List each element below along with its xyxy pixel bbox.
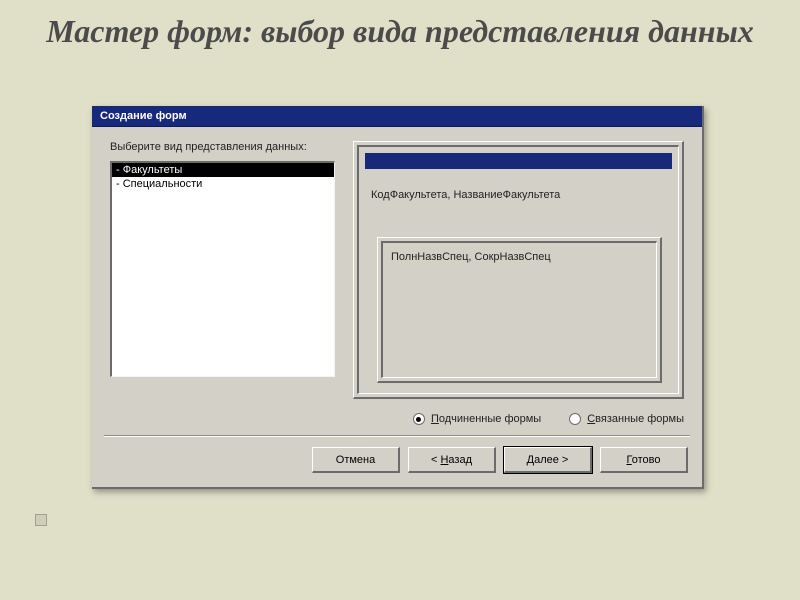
radio-dot-icon: [413, 413, 425, 425]
preview-panel: КодФакультета, НазваниеФакультета ПолнНа…: [353, 141, 684, 399]
form-wizard-dialog: Создание форм Выберите вид представления…: [92, 106, 704, 489]
next-button[interactable]: Далее >: [504, 447, 592, 473]
preview-titlebar: [365, 153, 672, 169]
view-listbox[interactable]: - Факультеты - Специальности: [110, 161, 335, 377]
radio-subforms-label: Подчиненные формы: [431, 413, 541, 425]
prompt-label: Выберите вид представления данных:: [110, 141, 335, 155]
cancel-button[interactable]: Отмена: [312, 447, 400, 473]
radio-linkedforms[interactable]: Связанные формы: [569, 413, 684, 425]
preview-sub-fields: ПолнНазвСпец, СокрНазвСпец: [391, 251, 551, 263]
back-button[interactable]: < Назад: [408, 447, 496, 473]
radio-linkedforms-label: Связанные формы: [587, 413, 684, 425]
slide-bullet: [35, 514, 47, 526]
preview-main-fields: КодФакультета, НазваниеФакультета: [371, 189, 560, 201]
radio-dot-icon: [569, 413, 581, 425]
preview-subform: ПолнНазвСпец, СокрНазвСпец: [377, 237, 662, 383]
slide-title: Мастер форм: выбор вида представления да…: [0, 0, 800, 59]
finish-button[interactable]: Готово: [600, 447, 688, 473]
list-item[interactable]: - Факультеты: [112, 163, 334, 177]
radio-subforms[interactable]: Подчиненные формы: [413, 413, 541, 425]
dialog-titlebar: Создание форм: [92, 106, 702, 127]
list-item[interactable]: - Специальности: [112, 177, 334, 191]
